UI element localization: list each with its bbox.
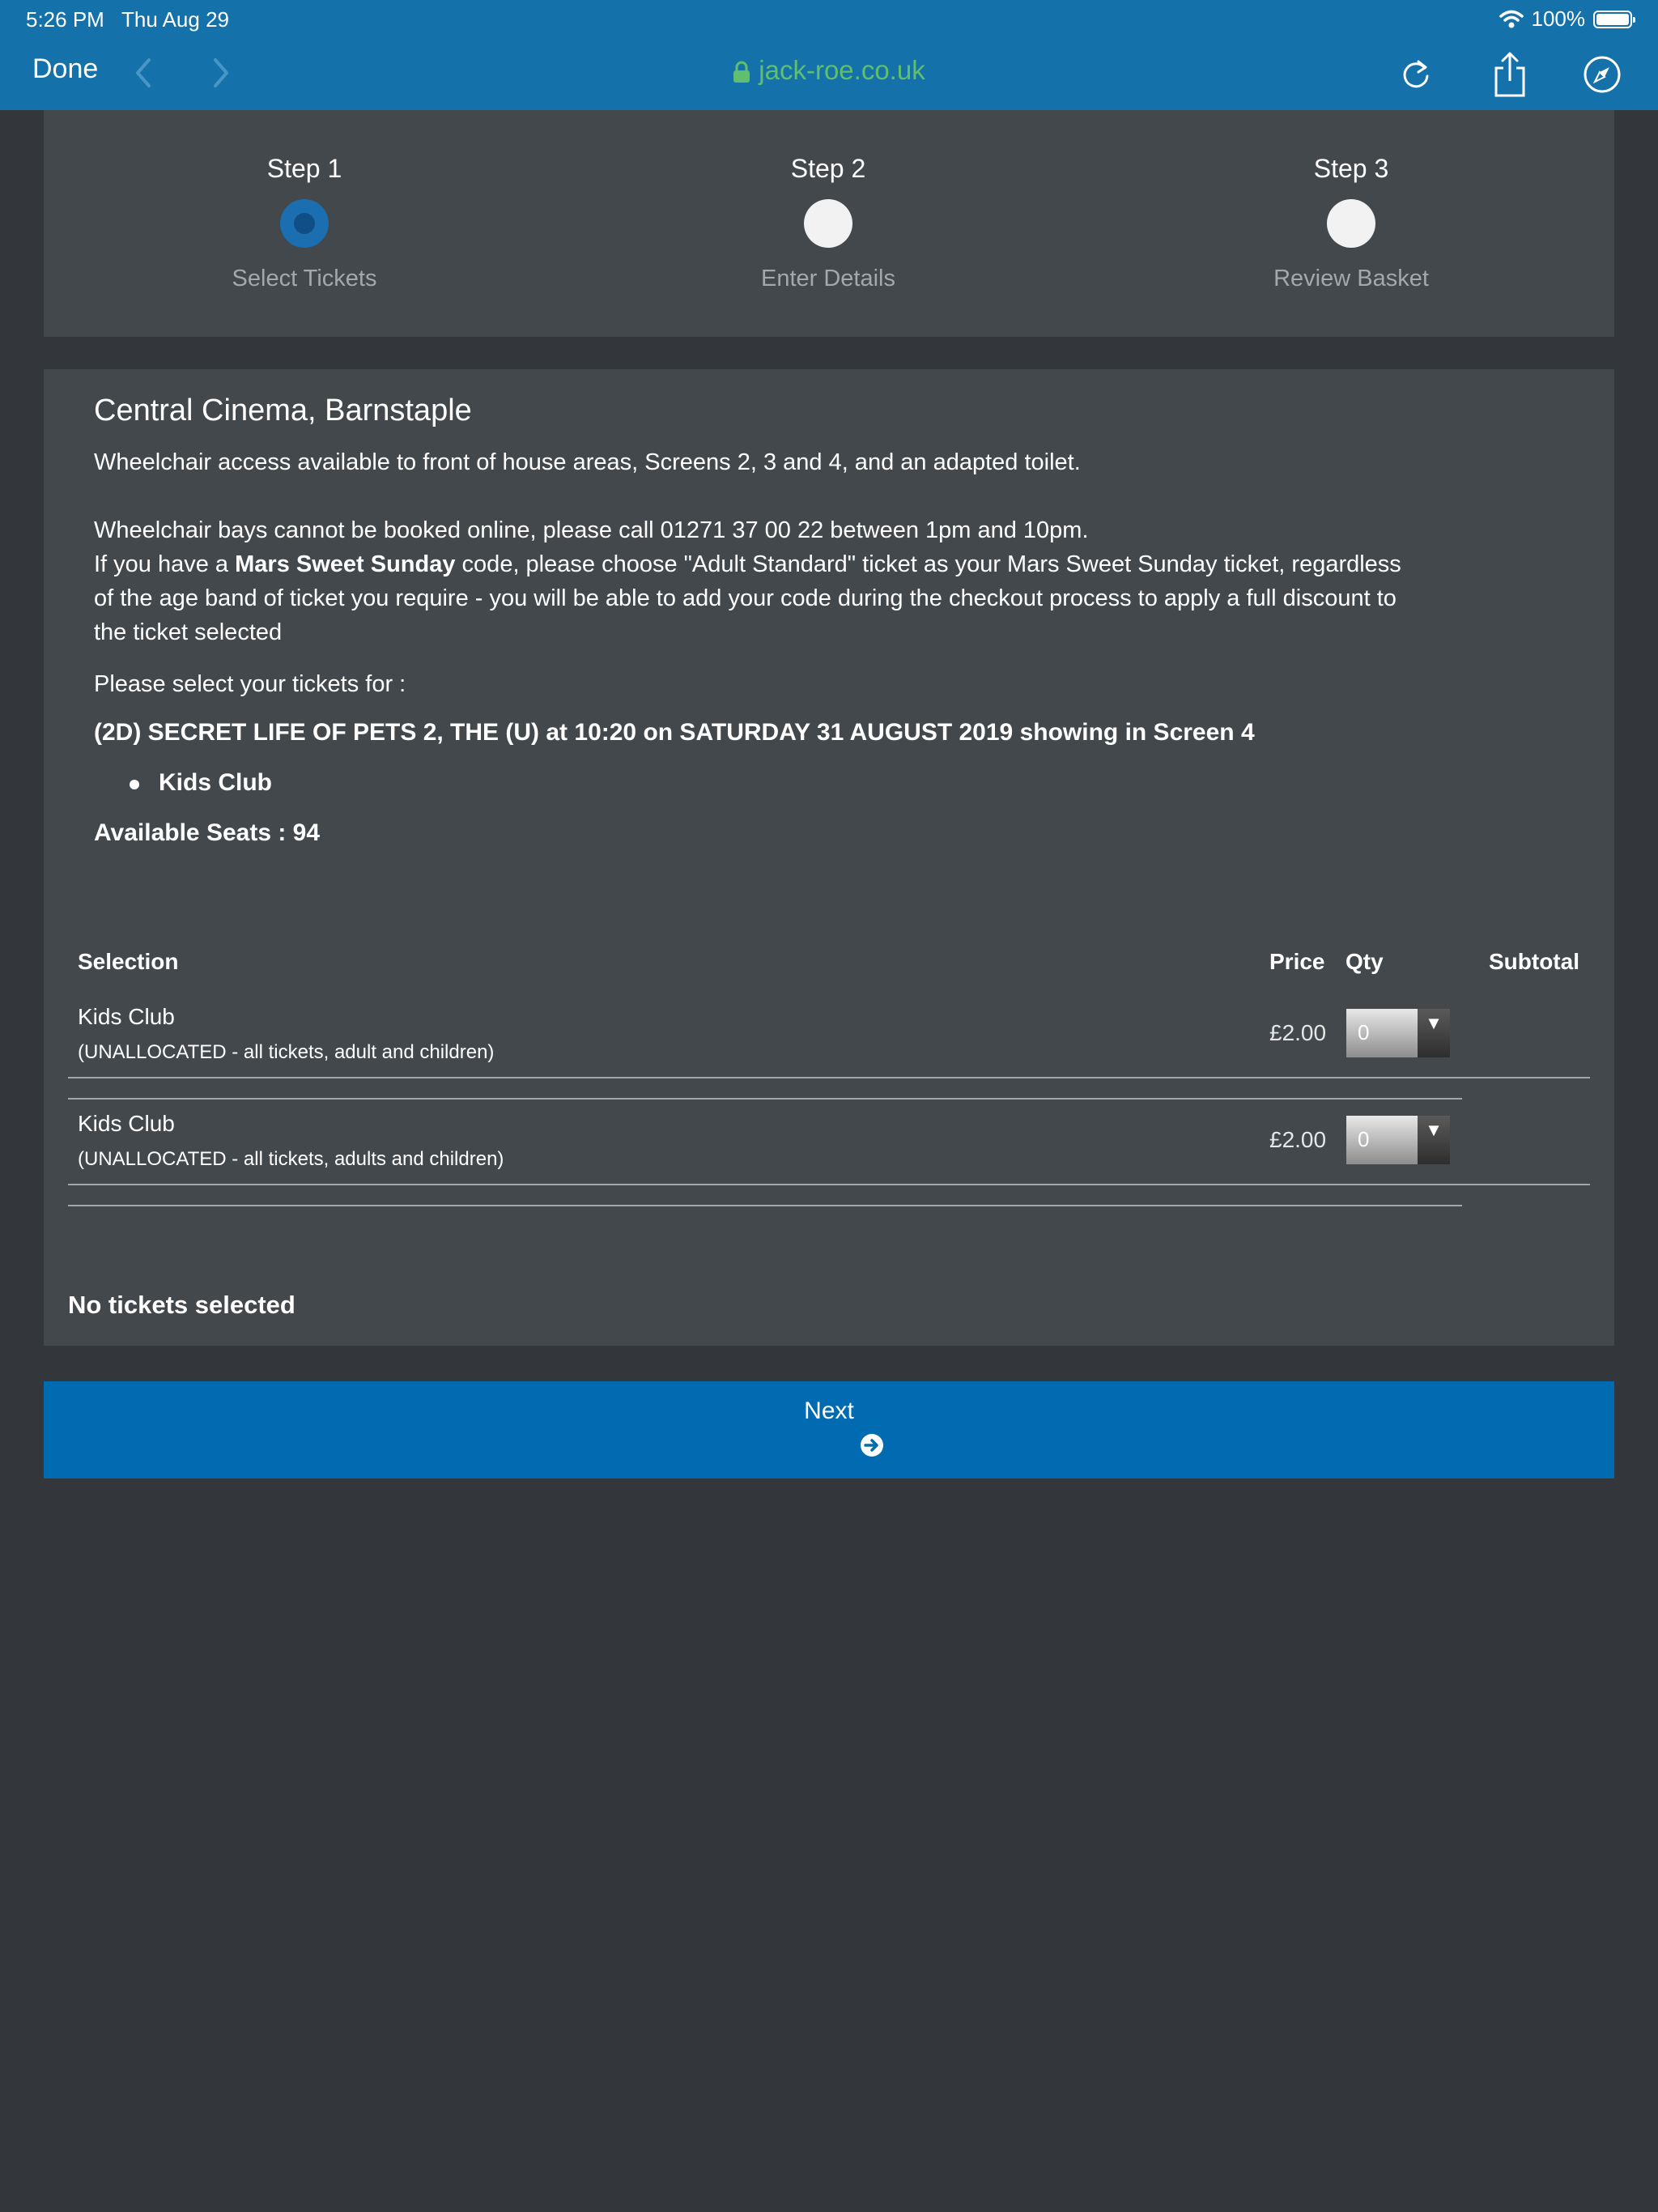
- wheelchair-bays-note: Wheelchair bays cannot be booked online,…: [94, 517, 1089, 543]
- progress-steps: Step 1 Select Tickets Step 2 Enter Detai…: [44, 110, 1614, 337]
- step-indicator: [1327, 199, 1375, 248]
- step-title: Step 3: [1313, 154, 1389, 183]
- ticket-selection-panel: Central Cinema, Barnstaple Wheelchair ac…: [44, 369, 1614, 1346]
- arrow-circle-right-icon: [861, 1434, 883, 1457]
- ticket-name: Kids Club: [78, 1111, 175, 1136]
- row-divider: [68, 1205, 1462, 1206]
- column-header-qty: Qty: [1346, 949, 1384, 974]
- step-title: Step 1: [266, 154, 342, 183]
- promo-note: If you have a Mars Sweet Sunday code, pl…: [94, 547, 1470, 649]
- lock-icon: [733, 61, 750, 83]
- select-prompt: Please select your tickets for :: [94, 671, 406, 697]
- showing-attribute: Kids Club: [130, 769, 272, 796]
- step-title: Step 2: [790, 154, 866, 183]
- row-divider: [68, 1184, 1590, 1185]
- compass-icon[interactable]: [1580, 50, 1624, 99]
- promo-name: Mars Sweet Sunday: [235, 551, 456, 577]
- quantity-value: 0: [1358, 1127, 1370, 1151]
- browser-toolbar: Done jack-roe.co.uk: [0, 39, 1658, 110]
- ticket-name: Kids Club: [78, 1004, 175, 1029]
- url-text: jack-roe.co.uk: [759, 55, 925, 85]
- dropdown-arrow-icon: ▼: [1418, 1116, 1450, 1164]
- quantity-select[interactable]: 0 ▼: [1346, 1009, 1450, 1057]
- row-divider: [68, 1098, 1462, 1100]
- next-label: Next: [804, 1397, 854, 1424]
- reload-icon[interactable]: [1394, 50, 1438, 99]
- promo-line1: code, please choose "Adult Standard" tic…: [455, 551, 1401, 577]
- row-divider: [68, 1077, 1590, 1078]
- step-indicator-active: [280, 199, 329, 248]
- status-date: Thu Aug 29: [121, 7, 229, 32]
- column-header-subtotal: Subtotal: [1489, 949, 1579, 974]
- access-note: Wheelchair access available to front of …: [94, 449, 1081, 475]
- promo-line3: the ticket selected: [94, 619, 283, 645]
- status-right: 100%: [1499, 6, 1635, 32]
- cinema-name: Central Cinema, Barnstaple: [94, 393, 472, 428]
- step-label: Select Tickets: [232, 266, 377, 291]
- ticket-note: (UNALLOCATED - all tickets, adult and ch…: [78, 1041, 495, 1063]
- promo-line2: of the age band of ticket you require - …: [94, 585, 1397, 611]
- status-bar: 5:26 PM Thu Aug 29 100%: [0, 0, 1658, 39]
- promo-prefix: If you have a: [94, 551, 236, 577]
- basket-summary: No tickets selected: [68, 1291, 295, 1319]
- dropdown-arrow-icon: ▼: [1418, 1009, 1450, 1057]
- step-label: Review Basket: [1273, 266, 1429, 291]
- step-indicator: [804, 199, 852, 248]
- next-button[interactable]: Next: [44, 1381, 1614, 1478]
- battery-icon: [1593, 10, 1635, 28]
- status-time: 5:26 PM: [26, 7, 104, 32]
- ticket-price: £2.00: [1269, 1127, 1327, 1152]
- film-showing: (2D) SECRET LIFE OF PETS 2, THE (U) at 1…: [94, 719, 1255, 746]
- quantity-select[interactable]: 0 ▼: [1346, 1116, 1450, 1164]
- column-header-selection: Selection: [78, 949, 179, 974]
- share-icon[interactable]: [1488, 50, 1532, 99]
- available-seats: Available Seats : 94: [94, 819, 321, 846]
- column-header-price: Price: [1269, 949, 1325, 974]
- ticket-price: £2.00: [1269, 1020, 1327, 1045]
- step-label: Enter Details: [760, 266, 895, 291]
- battery-percent: 100%: [1531, 6, 1586, 31]
- ticket-note: (UNALLOCATED - all tickets, adults and c…: [78, 1148, 504, 1170]
- quantity-value: 0: [1358, 1020, 1370, 1044]
- wifi-icon: [1499, 10, 1524, 28]
